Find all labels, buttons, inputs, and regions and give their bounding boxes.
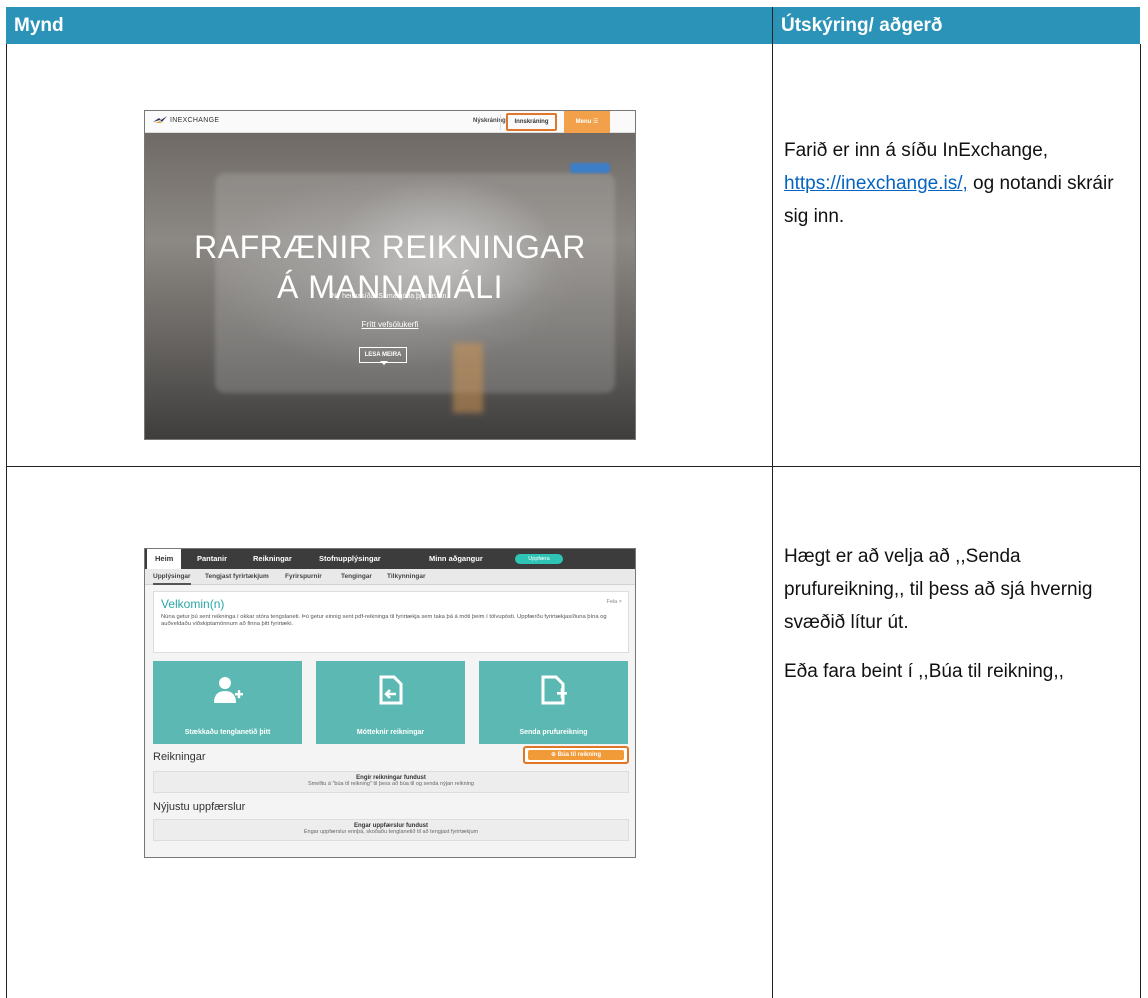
hero-link-text[interactable]: Frítt vefsölukerfi	[362, 320, 419, 329]
tile-received-invoices-label: Mótteknir reikningar	[356, 729, 425, 736]
hero-section: RAFRÆNIR REIKNINGAR Á MANNAMÁLI Ný heima…	[145, 133, 635, 439]
tile-send-test-invoice-label: Senda prufureikning	[519, 729, 588, 736]
login-button[interactable]: Innskráning	[506, 113, 557, 131]
header-image-column: Mynd	[6, 7, 772, 44]
create-invoice-highlight[interactable]: ⊕ Búa til reikning	[523, 746, 629, 764]
welcome-title: Velkomin(n)	[161, 597, 225, 611]
tile-received-invoices[interactable]: Mótteknir reikningar	[316, 661, 465, 744]
invoices-empty-state: Engir reikningar fundust Smelltu á "búa …	[153, 771, 629, 793]
bird-logo-icon	[153, 116, 167, 123]
background-blur-accent	[570, 163, 610, 173]
document-in-icon	[379, 675, 402, 705]
inexchange-logo: INEXCHANGE	[153, 116, 219, 124]
updates-heading: Nýjustu uppfærslur	[153, 801, 246, 813]
subnav-tengingar[interactable]: Tengingar	[341, 569, 372, 585]
table-header: Mynd Útskýring/ aðgerð	[6, 7, 1140, 44]
logo-text: INEXCHANGE	[170, 116, 220, 124]
menu-button[interactable]: Menu ☰	[564, 111, 610, 133]
dashboard-sub-nav: Upplýsingar Tengjast fyrirtækjum Fyrirsp…	[145, 569, 635, 585]
row1-text-before-link: Farið er inn á síðu InExchange,	[784, 140, 1049, 161]
dashboard-top-nav: Heim Pantanir Reikningar Stofnupplýsinga…	[145, 549, 635, 569]
invoices-empty-body: Smelltu á "búa til reikning" til þess að…	[308, 781, 474, 787]
invoices-heading: Reikningar	[153, 751, 206, 763]
tile-expand-network-label: Stækkaðu tenglanetið þitt	[184, 729, 271, 736]
row2-paragraph-1: Hægt er að velja að ,,Senda prufureiknin…	[784, 546, 1093, 633]
updates-empty-body: Engar uppfærslur ennþá, skoðaðu tenglane…	[303, 829, 479, 835]
subnav-tilkynningar[interactable]: Tilkynningar	[387, 569, 426, 585]
updates-empty-state: Engar uppfærslur fundust Engar uppfærslu…	[153, 819, 629, 841]
caret-down-icon	[380, 361, 388, 365]
nav-pantanir[interactable]: Pantanir	[197, 549, 227, 569]
hero-subtitle: Ný heimasíða. Sama góða þjónustan.	[331, 293, 449, 300]
create-invoice-button[interactable]: ⊕ Búa til reikning	[528, 750, 624, 760]
nav-heim[interactable]: Heim	[147, 549, 182, 569]
table-border-right	[1140, 44, 1141, 998]
row2-paragraph-2: Eða fara beint í ,,Búa til reikning,,	[784, 661, 1064, 682]
tile-send-test-invoice[interactable]: Senda prufureikning	[479, 661, 628, 744]
document-add-icon	[541, 675, 567, 705]
hero-heading-line2: Á MANNAMÁLI	[277, 269, 503, 305]
header-explanation-column: Útskýring/ aðgerð	[772, 7, 1140, 44]
nav-divider	[500, 114, 501, 130]
inexchange-url-link[interactable]: https://inexchange.is/,	[784, 173, 968, 194]
inexchange-homepage-screenshot: INEXCHANGE Nýskráning Innskráning Menu ☰…	[144, 110, 636, 440]
welcome-panel: Velkomin(n) Fela × Núna getur þú sent re…	[153, 591, 629, 653]
nav-stofnupplysingar[interactable]: Stofnupplýsingar	[319, 549, 381, 569]
table-column-divider	[772, 44, 773, 998]
add-user-icon	[213, 677, 243, 703]
site-header: INEXCHANGE Nýskráning Innskráning Menu ☰	[145, 111, 635, 133]
background-blur-chart	[453, 343, 483, 413]
hero-heading-line1: RAFRÆNIR REIKNINGAR	[194, 229, 586, 265]
tile-expand-network[interactable]: Stækkaðu tenglanetið þitt	[153, 661, 302, 744]
table-border-left	[6, 44, 7, 998]
hide-welcome-button[interactable]: Fela ×	[607, 599, 622, 605]
nav-reikningar[interactable]: Reikningar	[253, 549, 292, 569]
row1-explanation: Farið er inn á síðu InExchange, https://…	[784, 134, 1134, 233]
inexchange-dashboard-screenshot: Heim Pantanir Reikningar Stofnupplýsinga…	[144, 548, 636, 858]
table-row-divider	[6, 466, 1141, 467]
subnav-fyrirspurnir[interactable]: Fyrirspurnir	[285, 569, 322, 585]
subnav-upplysingar[interactable]: Upplýsingar	[153, 569, 191, 585]
upgrade-badge[interactable]: Uppfæra	[515, 554, 563, 564]
welcome-body: Núna getur þú sent reikninga í okkar stó…	[161, 614, 607, 628]
subnav-tengjast[interactable]: Tengjast fyrirtækjum	[205, 569, 269, 585]
nav-minn-adgangur[interactable]: Minn aðgangur	[429, 549, 483, 569]
hero-link[interactable]: Frítt vefsölukerfi	[145, 320, 635, 329]
